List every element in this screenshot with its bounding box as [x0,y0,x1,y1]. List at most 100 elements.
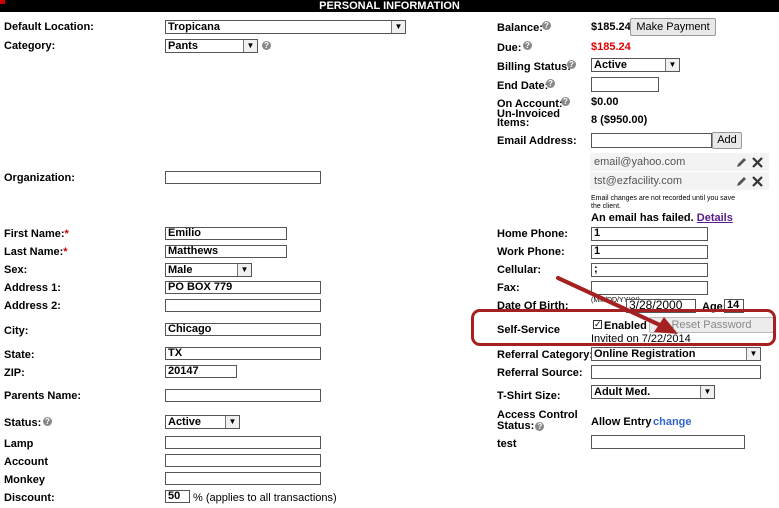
category-label: Category: [4,40,56,52]
access-control-value: Allow Entry [591,416,652,428]
access-control-label-line2: Status:? [497,421,578,432]
last-name-label: Last Name:* [4,246,68,258]
default-location-select[interactable]: Tropicana ▼ [165,20,406,34]
category-value: Pants [168,40,198,52]
last-name-input[interactable]: Matthews [165,245,287,258]
make-payment-button[interactable]: Make Payment [630,18,716,36]
discount-label: Discount: [4,492,55,504]
discount-input[interactable]: 50 [165,490,190,503]
email-failed-message: An email has failed. Details [591,212,733,224]
address2-input[interactable] [165,299,321,312]
city-label: City: [4,325,29,337]
tshirt-select[interactable]: Adult Med. ▼ [591,385,715,399]
red-arrow [556,276,678,334]
billing-status-value: Active [594,59,628,71]
required-mark: * [64,228,69,240]
referral-source-label: Referral Source: [497,367,583,379]
help-icon[interactable]: ? [546,79,555,88]
email-failed-text: An email has failed. [591,212,694,224]
home-phone-input[interactable]: 1 [591,227,708,241]
city-input[interactable]: Chicago [165,323,321,336]
pencil-icon[interactable] [736,176,747,187]
status-select[interactable]: Active ▼ [165,415,240,429]
uninvoiced-label: Un-Invoiced Items: [497,109,560,129]
address1-label: Address 1: [4,282,61,294]
chevron-down-icon: ▼ [700,386,714,398]
sex-label: Sex: [4,264,28,276]
category-select[interactable]: Pants ▼ [165,39,258,53]
referral-category-label: Referral Category: [497,349,593,361]
state-label: State: [4,349,35,361]
end-date-label: End Date: [497,80,549,92]
last-name-label-text: Last Name: [4,246,64,258]
billing-status-select[interactable]: Active ▼ [591,58,680,72]
add-email-button[interactable]: Add [712,132,742,149]
help-icon[interactable]: ? [262,41,271,50]
balance-label: Balance: [497,22,543,34]
help-icon[interactable]: ? [542,21,551,30]
state-input[interactable]: TX [165,347,321,360]
end-date-input[interactable] [591,77,659,92]
on-account-value: $0.00 [591,96,619,108]
status-label: Status: [4,417,42,429]
default-location-value: Tropicana [168,21,220,33]
pencil-icon[interactable] [736,157,747,168]
access-control-label: Access Control Status:? [497,410,578,432]
test-input[interactable] [591,435,745,449]
first-name-label-text: First Name: [4,228,65,240]
billing-status-label: Billing Status: [497,61,571,73]
sex-value: Male [168,264,193,276]
x-icon[interactable] [752,176,763,187]
monkey-label: Monkey [4,474,45,486]
email-text: tst@ezfacility.com [594,175,682,187]
first-name-input[interactable]: Emilio [165,227,287,240]
email-note-line2: the client. [591,203,621,210]
email-note: Email changes are not recorded until you… [591,195,735,211]
change-access-link[interactable]: change [653,416,692,428]
sex-select[interactable]: Male ▼ [165,263,252,277]
x-icon[interactable] [752,157,763,168]
test-label: test [497,438,517,450]
help-icon[interactable]: ? [561,97,570,106]
email-list-item: email@yahoo.com [590,153,769,171]
parents-name-input[interactable] [165,389,321,402]
uninvoiced-label-line2: Items: [497,117,530,129]
help-icon[interactable]: ? [523,41,532,50]
chevron-down-icon: ▼ [391,21,405,33]
tshirt-label: T-Shirt Size: [497,390,561,402]
zip-label: ZIP: [4,367,25,379]
help-icon[interactable]: ? [535,422,545,431]
chevron-down-icon: ▼ [237,264,251,276]
corner-mark [0,0,5,4]
due-label: Due: [497,42,522,54]
discount-note: % (applies to all transactions) [193,492,337,504]
referral-category-select[interactable]: Online Registration ▼ [591,347,761,361]
section-title: PERSONAL INFORMATION [319,0,460,12]
account-label: Account [4,456,48,468]
status-value: Active [168,416,202,428]
work-phone-input[interactable]: 1 [591,245,708,259]
tshirt-value: Adult Med. [594,386,651,398]
referral-source-input[interactable] [591,365,761,379]
lamp-input[interactable] [165,436,321,449]
organization-input[interactable] [165,171,321,184]
chevron-down-icon: ▼ [665,59,679,71]
monkey-input[interactable] [165,472,321,485]
account-input[interactable] [165,454,321,467]
help-icon[interactable]: ? [43,417,52,426]
balance-value: $185.24 [591,21,631,33]
chevron-down-icon: ▼ [243,40,257,52]
address1-input[interactable]: PO BOX 779 [165,281,321,294]
address2-label: Address 2: [4,300,61,312]
email-text: email@yahoo.com [594,156,686,168]
email-note-line1: Email changes are not recorded until you… [591,195,735,202]
parents-name-label: Parents Name: [4,390,82,402]
referral-category-value: Online Registration [594,348,696,360]
help-icon[interactable]: ? [567,60,576,69]
email-address-label: Email Address: [497,135,577,147]
details-link[interactable]: Details [697,212,733,224]
lamp-label: Lamp [4,438,34,450]
zip-input[interactable]: 20147 [165,365,237,378]
uninvoiced-value: 8 ($950.00) [591,114,648,126]
email-address-input[interactable] [591,133,712,148]
